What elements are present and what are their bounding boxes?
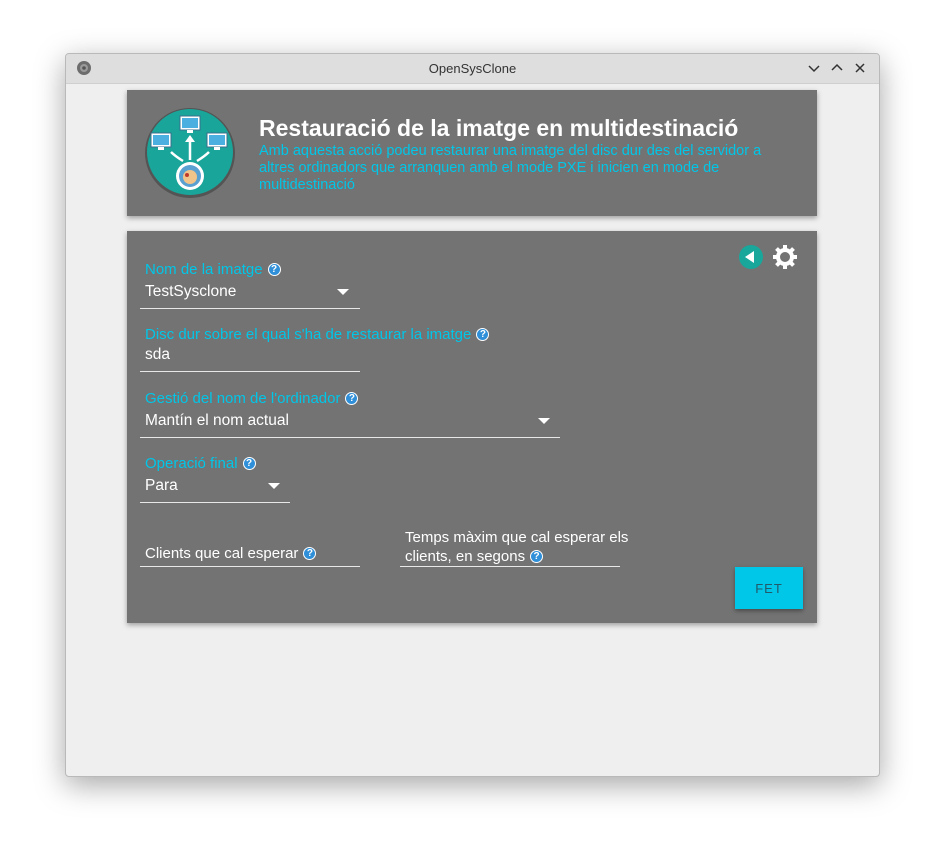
dropdown-caret-icon[interactable] [337,289,349,295]
clients-wait-underline [140,566,360,567]
chevron-down-icon [808,65,820,73]
back-button[interactable] [739,245,763,269]
help-icon[interactable]: ? [530,550,544,563]
settings-button[interactable] [772,244,798,270]
page-description: Amb aquesta acció podeu restaurar una im… [259,143,762,193]
close-button[interactable] [852,60,868,76]
close-icon [855,63,865,73]
help-icon[interactable]: ? [345,392,359,405]
hostname-mode-label: Gestió del nom de l'ordinador [145,390,341,407]
final-action-label: Operació final [145,455,238,472]
page-title: Restauració de la imatge en multidestina… [259,115,739,141]
target-disk-field: Disc dur sobre el qual s'ha de restaurar… [145,326,490,343]
final-action-select[interactable]: Para [145,477,178,495]
max-wait-label-line1: Temps màxim que cal esperar els [405,529,629,546]
dropdown-caret-icon[interactable] [268,483,280,489]
submit-button[interactable]: FET [735,567,803,609]
minimize-button[interactable] [806,60,822,76]
window-title: OpenSysClone [428,61,517,76]
hostname-mode-field: Gestió del nom de l'ordinador ? [145,390,359,407]
dropdown-caret-icon[interactable] [538,418,550,424]
max-wait-label-line2: clients, en segons [405,548,526,565]
header-card: Restauració de la imatge en multidestina… [127,90,817,216]
hostname-mode-underline [140,437,560,438]
help-icon[interactable]: ? [303,547,317,560]
maximize-button[interactable] [829,60,845,76]
title-bar[interactable]: OpenSysClone [66,54,879,84]
image-name-label: Nom de la imatge [145,261,263,278]
help-icon[interactable]: ? [267,263,281,276]
max-wait-field[interactable]: Temps màxim que cal esperar els clients,… [405,528,628,566]
multicast-logo-icon [143,106,237,200]
help-icon[interactable]: ? [476,328,490,341]
final-action-underline [140,502,290,503]
chevron-up-icon [831,63,843,71]
image-name-underline [140,308,360,309]
back-arrow-icon [739,245,763,269]
image-name-field: Nom de la imatge ? [145,261,281,278]
image-name-select[interactable]: TestSysclone [145,283,236,301]
help-icon[interactable]: ? [242,457,256,470]
form-card: Nom de la imatge ? TestSysclone Disc dur… [127,231,817,623]
gear-icon [773,245,797,269]
target-disk-underline [140,371,360,372]
hostname-mode-select[interactable]: Mantín el nom actual [145,412,289,430]
clients-wait-field[interactable]: Clients que cal esperar ? [145,544,317,563]
clients-wait-label: Clients que cal esperar [145,545,299,562]
final-action-field: Operació final ? [145,455,256,472]
target-disk-input[interactable]: sda [145,346,170,364]
app-window: OpenSysClone Restauració de la imatge en… [65,53,880,777]
max-wait-underline [400,566,620,567]
target-disk-label: Disc dur sobre el qual s'ha de restaurar… [145,326,472,343]
